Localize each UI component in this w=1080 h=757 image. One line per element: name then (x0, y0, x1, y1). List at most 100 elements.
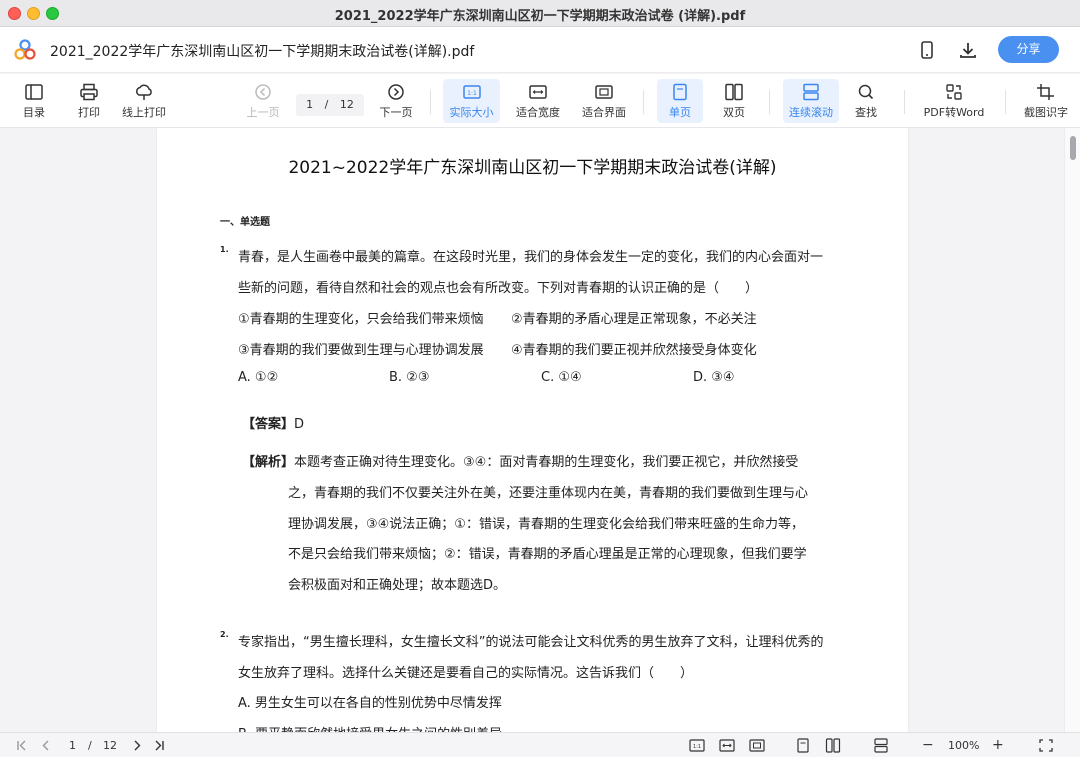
single-page-label: 单页 (669, 106, 691, 119)
fit-width-button[interactable]: 适合宽度 (512, 79, 564, 123)
fit-width-icon[interactable] (719, 738, 735, 753)
next-page-button[interactable]: 下一页 (376, 79, 416, 123)
chevron-left-circle-icon (255, 84, 271, 100)
statement: ③青春期的我们要做到生理与心理协调发展 (238, 343, 484, 358)
toc-button[interactable]: 目录 (14, 79, 54, 123)
window-title: 2021_2022学年广东深圳南山区初一下学期期末政治试卷 (详解).pdf (334, 9, 746, 24)
toolbar-divider (643, 90, 644, 114)
statement: ②青春期的矛盾心理是正常现象，不必关注 (511, 312, 757, 327)
toolbar-divider (1005, 90, 1006, 114)
online-print-button[interactable]: 线上打印 (118, 79, 170, 123)
svg-text:1:1: 1:1 (693, 744, 701, 750)
fit-width-icon (529, 85, 547, 99)
pdf-to-word-label: PDF转Word (923, 106, 985, 119)
analysis-tag: 【解析】 (242, 455, 295, 470)
continuous-scroll-icon[interactable] (873, 738, 889, 753)
printer-icon (80, 83, 98, 101)
document-title: 2021_2022学年广东深圳南山区初一下学期期末政治试卷(详解).pdf (50, 44, 475, 60)
zoom-level: 100% (948, 739, 980, 752)
toolbar-divider (430, 90, 431, 114)
search-label: 查找 (855, 106, 877, 119)
question-number: 1. (220, 245, 229, 254)
actual-size-button[interactable]: 1:1 实际大小 (443, 79, 500, 123)
cloud-print-icon (136, 84, 152, 100)
first-page-icon[interactable] (14, 738, 30, 753)
reader-toolbar: 目录 打印 线上打印 上一页 1 / 12 下一页 1:1 实际大小 适合宽度 … (0, 74, 1080, 128)
actual-size-icon: 1:1 (462, 85, 481, 99)
actual-size-label: 实际大小 (449, 106, 494, 119)
analysis-text: 本题考查正确对待生理变化。③④：面对青春期的生理变化，我们要正视它，并欣然接受 (294, 455, 799, 470)
toolbar-divider (769, 90, 770, 114)
answer-value: D (294, 417, 305, 432)
chevron-right-circle-icon (388, 84, 404, 100)
ocr-screenshot-label: 截图识字 (1024, 106, 1068, 119)
share-button[interactable]: 分享 (998, 36, 1059, 63)
fit-page-icon (595, 85, 613, 99)
scrollbar-thumb[interactable] (1070, 136, 1076, 160)
print-button[interactable]: 打印 (69, 79, 109, 123)
zoom-in-button[interactable]: + (992, 738, 1004, 753)
phone-icon[interactable] (917, 40, 937, 60)
toolbar-divider (904, 90, 905, 114)
continuous-scroll-label: 连续滚动 (789, 106, 833, 119)
statement: ①青春期的生理变化，只会给我们带来烦恼 (238, 312, 484, 327)
actual-size-icon[interactable]: 1:1 (689, 738, 705, 753)
convert-icon (946, 84, 962, 100)
analysis-text: 会积极面对和正确处理；故本题选D。 (288, 578, 507, 593)
prev-page-icon[interactable] (38, 738, 54, 753)
next-page-icon[interactable] (129, 738, 145, 753)
pdf-page: 2021~2022学年广东深圳南山区初一下学期期末政治试卷(详解) 一、单选题 … (157, 128, 908, 732)
search-button[interactable]: 查找 (846, 79, 886, 123)
page-number-input[interactable]: 1 / 12 (296, 94, 364, 116)
continuous-scroll-icon (803, 83, 819, 101)
vertical-scrollbar[interactable] (1064, 128, 1080, 732)
zoom-out-button[interactable]: − (922, 738, 934, 753)
double-page-icon[interactable] (825, 738, 841, 753)
single-page-icon (673, 83, 687, 101)
question-text: 女生放弃了理科。选择什么关键还是要看自己的实际情况。这告诉我们（ ） (238, 666, 694, 681)
last-page-icon[interactable] (151, 738, 167, 753)
single-page-icon[interactable] (795, 738, 811, 753)
status-bar: 1 / 12 1:1 − 100% + (0, 732, 1080, 757)
double-page-button[interactable]: 双页 (714, 79, 754, 123)
online-print-label: 线上打印 (122, 106, 166, 119)
page-title: 2021~2022学年广东深圳南山区初一下学期期末政治试卷(详解) (288, 158, 777, 178)
option-b: B. ②③ (389, 370, 430, 385)
fit-page-icon[interactable] (749, 738, 765, 753)
single-page-button[interactable]: 单页 (657, 79, 703, 123)
analysis-text: 不是只会给我们带来烦恼；②：错误，青春期的矛盾心理虽是正常的心理现象，但我们要学 (288, 547, 807, 562)
print-label: 打印 (78, 106, 100, 119)
analysis-text: 理协调发展，③④说法正确；①：错误，青春期的生理变化会给我们带来旺盛的生命力等， (288, 517, 804, 532)
statement: ④青春期的我们要正视并欣然接受身体变化 (511, 343, 757, 358)
next-page-label: 下一页 (379, 106, 413, 119)
question-number: 2. (220, 630, 229, 639)
continuous-scroll-button[interactable]: 连续滚动 (783, 79, 839, 123)
question-text: 青春，是人生画卷中最美的篇章。在这段时光里，我们的身体会发生一定的变化，我们的内… (238, 250, 824, 265)
document-viewport[interactable]: 2021~2022学年广东深圳南山区初一下学期期末政治试卷(详解) 一、单选题 … (0, 128, 1080, 732)
question-text: 些新的问题，看待自然和社会的观点也会有所改变。下列对青春期的认识正确的是（ ） (238, 281, 759, 296)
fit-page-label: 适合界面 (582, 106, 626, 119)
fit-page-button[interactable]: 适合界面 (578, 79, 630, 123)
toc-label: 目录 (23, 106, 45, 119)
page-total: 12 (339, 98, 354, 111)
download-icon[interactable] (958, 40, 978, 60)
page-current: 1 (306, 98, 314, 111)
answer-tag: 【答案】 (242, 417, 295, 432)
toc-icon (25, 84, 43, 100)
svg-text:1:1: 1:1 (467, 90, 477, 97)
fullscreen-icon[interactable] (1038, 738, 1054, 753)
fit-width-label: 适合宽度 (516, 106, 560, 119)
prev-page-label: 上一页 (246, 106, 280, 119)
option-a: A. ①② (238, 370, 279, 385)
analysis-line: 【解析】本题考查正确对待生理变化。③④：面对青春期的生理变化，我们要正视它，并欣… (242, 451, 798, 470)
page-separator: / (324, 98, 329, 111)
option-d: D. ③④ (693, 370, 735, 385)
status-page-current: 1 (69, 739, 76, 752)
pdf-to-word-button[interactable]: PDF转Word (918, 79, 990, 123)
option-a: A. 男生女生可以在各自的性别优势中尽情发挥 (238, 696, 502, 711)
option-b: B. 要平静而欣然地接受男女生之间的性别差异 (238, 723, 502, 732)
app-logo-icon (14, 39, 36, 60)
prev-page-button[interactable]: 上一页 (243, 79, 283, 123)
ocr-screenshot-button[interactable]: 截图识字 (1019, 79, 1073, 123)
section-heading: 一、单选题 (220, 217, 270, 228)
